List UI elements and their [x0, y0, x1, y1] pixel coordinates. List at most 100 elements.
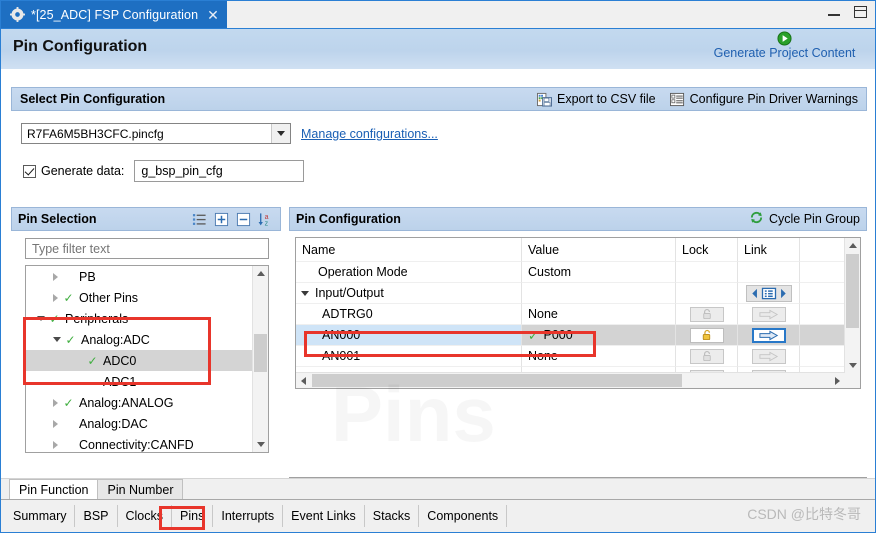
sort-az-icon[interactable]: a z [257, 211, 274, 227]
tree-item-label: Peripherals [65, 311, 129, 326]
tab-summary[interactable]: Summary [5, 505, 76, 527]
column-header-lock[interactable]: Lock [676, 238, 738, 262]
generate-project-content-button[interactable]: Generate Project Content [702, 31, 867, 60]
maximize-icon[interactable] [854, 6, 867, 18]
tab-clocks[interactable]: Clocks [118, 505, 173, 527]
chevron-down-icon[interactable] [271, 124, 290, 143]
watermark-text: CSDN @比特冬哥 [747, 506, 861, 522]
table-row-group[interactable]: Input/Output [296, 283, 845, 304]
lock-icon[interactable] [689, 306, 724, 322]
chevron-right-icon[interactable] [48, 398, 62, 407]
tree-scroll-thumb[interactable] [254, 334, 267, 372]
cell-value[interactable]: None [522, 388, 676, 389]
editor-tab-fsp-configuration[interactable]: *[25_ADC] FSP Configuration ✕ [1, 1, 227, 28]
column-header-link[interactable]: Link [738, 238, 800, 262]
generate-project-content-link[interactable]: Generate Project Content [702, 46, 867, 60]
cell-link[interactable] [738, 283, 800, 304]
tab-pins[interactable]: Pins [172, 505, 214, 527]
tab-event-links[interactable]: Event Links [283, 505, 365, 527]
cell-lock[interactable] [676, 346, 738, 367]
chevron-down-icon[interactable] [301, 290, 309, 296]
scroll-left-icon[interactable] [296, 373, 311, 388]
cell-link[interactable] [738, 325, 800, 346]
tree-item-connectivity-canfd[interactable]: ✓ Connectivity:CANFD [26, 434, 253, 452]
tree-item-peripherals[interactable]: ✓ Peripherals [26, 308, 253, 329]
table-horizontal-scrollbar[interactable] [296, 372, 845, 388]
sub-tab-bar: Pin Function Pin Number [1, 478, 875, 499]
pin-configuration-table[interactable]: Name Value Lock Link Operation Mode Cust… [295, 237, 861, 389]
cycle-pin-group-button[interactable]: Cycle Pin Group [749, 210, 860, 228]
scroll-down-icon[interactable] [845, 358, 860, 373]
tab-stacks[interactable]: Stacks [365, 505, 420, 527]
tree-vertical-scrollbar[interactable] [252, 266, 268, 452]
pin-selection-tree[interactable]: ✓ PB ✓ Other Pins ✓ Peripherals [25, 265, 269, 453]
generate-data-value: g_bsp_pin_cfg [141, 164, 223, 178]
list-icon[interactable] [191, 211, 208, 227]
expand-all-icon[interactable] [213, 211, 230, 227]
cell-link[interactable] [738, 304, 800, 325]
page-title: Pin Configuration [13, 38, 148, 55]
link-arrow-icon[interactable] [751, 327, 786, 343]
table-scroll-thumb[interactable] [846, 254, 859, 328]
table-row[interactable]: AN001 None [296, 346, 845, 367]
cell-lock[interactable] [676, 388, 738, 389]
cell-value[interactable]: ✓ P000 [522, 325, 676, 346]
minimize-icon[interactable] [828, 5, 840, 16]
window-controls [828, 6, 867, 18]
pin-configuration-select[interactable]: R7FA6M5BH3CFC.pincfg [21, 123, 291, 144]
chevron-down-icon[interactable] [34, 316, 48, 321]
close-icon[interactable]: ✕ [207, 8, 219, 22]
link-arrow-icon[interactable] [751, 348, 786, 364]
generate-data-input[interactable]: g_bsp_pin_cfg [134, 160, 305, 182]
table-row[interactable]: ADTRG0 None [296, 304, 845, 325]
lock-icon[interactable] [689, 348, 724, 364]
tree-item-analog-adc[interactable]: ✓ Analog:ADC [26, 329, 253, 350]
cell-lock[interactable] [676, 325, 738, 346]
column-header-name[interactable]: Name [296, 238, 522, 262]
cell-value[interactable]: Custom [522, 262, 676, 283]
filter-input[interactable]: Type filter text [25, 238, 269, 259]
link-group-icon[interactable] [745, 284, 792, 302]
cell-value[interactable]: None [522, 304, 676, 325]
cell-lock[interactable] [676, 304, 738, 325]
tree-item-other-pins[interactable]: ✓ Other Pins [26, 287, 253, 308]
manage-configurations-link[interactable]: Manage configurations... [301, 127, 438, 141]
tree-item-analog-analog[interactable]: ✓ Analog:ANALOG [26, 392, 253, 413]
tab-bsp[interactable]: BSP [75, 505, 118, 527]
link-arrow-icon[interactable] [751, 306, 786, 322]
export-to-csv-button[interactable]: Export to CSV file [536, 92, 656, 107]
tree-item-adc1[interactable]: ✓ ADC1 [26, 371, 253, 392]
scroll-right-icon[interactable] [830, 373, 845, 388]
table-row-selected[interactable]: AN000 ✓ P000 [296, 325, 845, 346]
tab-interrupts[interactable]: Interrupts [213, 505, 284, 527]
chevron-down-icon[interactable] [50, 337, 64, 342]
cell-value[interactable]: None [522, 346, 676, 367]
chevron-right-icon[interactable] [48, 272, 62, 281]
tab-pin-function[interactable]: Pin Function [9, 479, 99, 499]
hscroll-thumb[interactable] [312, 374, 682, 387]
table-vertical-scrollbar[interactable] [844, 238, 860, 388]
cell-link[interactable] [738, 388, 800, 389]
cell-name: AN000 [296, 325, 522, 346]
chevron-right-icon[interactable] [48, 419, 62, 428]
chevron-right-icon[interactable] [48, 440, 62, 449]
table-row[interactable]: AN003 None [296, 388, 845, 389]
tab-components[interactable]: Components [419, 505, 508, 527]
scroll-up-icon[interactable] [253, 266, 268, 281]
table-row[interactable]: Operation Mode Custom [296, 262, 845, 283]
tab-pin-number[interactable]: Pin Number [97, 479, 184, 499]
cell-link[interactable] [738, 346, 800, 367]
generate-data-checkbox[interactable] [23, 164, 36, 178]
configure-pin-driver-warnings-button[interactable]: Configure Pin Driver Warnings [669, 92, 858, 107]
tree-item-label: PB [79, 269, 96, 284]
tree-item-adc0[interactable]: ✓ ADC0 [26, 350, 253, 371]
collapse-all-icon[interactable] [235, 211, 252, 227]
tree-item-analog-dac[interactable]: ✓ Analog:DAC [26, 413, 253, 434]
unlock-icon[interactable] [689, 327, 724, 343]
scroll-up-icon[interactable] [845, 238, 860, 253]
chevron-right-icon[interactable] [48, 293, 62, 302]
scroll-down-icon[interactable] [253, 437, 268, 452]
column-header-value[interactable]: Value [522, 238, 676, 262]
tree-item-pb[interactable]: ✓ PB [26, 266, 253, 287]
cell-name: Input/Output [296, 283, 522, 304]
